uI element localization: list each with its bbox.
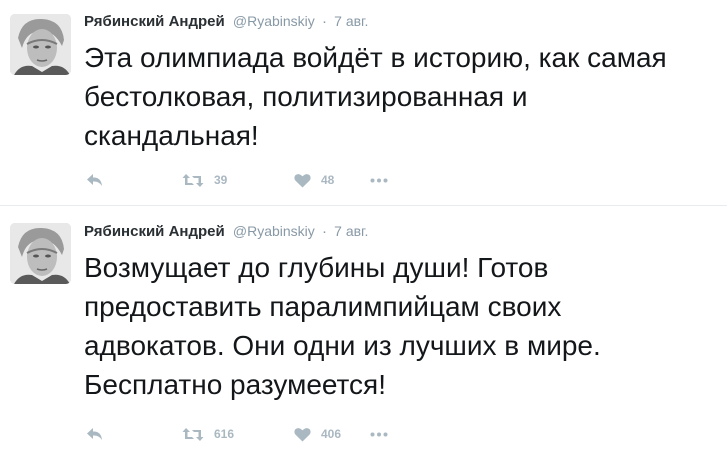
header-separator: · xyxy=(321,223,327,240)
retweet-button[interactable]: 39 xyxy=(182,173,294,188)
reply-button[interactable] xyxy=(86,172,182,188)
like-button[interactable]: 406 xyxy=(294,427,370,442)
tweet-actions: 39 48 xyxy=(86,170,388,190)
author-handle[interactable]: @Ryabinskiy xyxy=(233,13,315,29)
tweet-timestamp[interactable]: 7 авг. xyxy=(334,13,368,29)
retweet-button[interactable]: 616 xyxy=(182,427,294,442)
retweet-count: 616 xyxy=(214,427,235,441)
avatar[interactable] xyxy=(10,223,71,284)
more-icon xyxy=(370,432,388,436)
avatar-portrait xyxy=(10,14,71,75)
reply-button[interactable] xyxy=(86,426,182,442)
tweet-text: Эта олимпиада войдёт в историю, как сама… xyxy=(84,42,667,151)
tweet-header: Рябинский Андрей @Ryabinskiy · 7 авг. xyxy=(84,223,368,240)
author-name[interactable]: Рябинский Андрей xyxy=(84,13,225,30)
reply-icon xyxy=(87,174,102,186)
tweet-header: Рябинский Андрей @Ryabinskiy · 7 авг. xyxy=(84,13,368,30)
more-icon xyxy=(370,178,388,182)
avatar-portrait xyxy=(10,223,71,284)
like-count: 48 xyxy=(321,173,335,187)
like-button[interactable]: 48 xyxy=(294,173,370,188)
tweet-actions: 616 406 xyxy=(86,424,388,444)
avatar[interactable] xyxy=(10,14,71,75)
retweet-count: 39 xyxy=(214,173,228,187)
heart-icon xyxy=(294,173,311,187)
header-separator: · xyxy=(321,13,327,30)
retweet-icon xyxy=(182,427,204,441)
author-name[interactable]: Рябинский Андрей xyxy=(84,223,225,240)
tweet-timestamp[interactable]: 7 авг. xyxy=(334,223,368,239)
reply-icon xyxy=(87,428,102,440)
more-button[interactable] xyxy=(370,432,388,437)
tweet-1[interactable]: Рябинский Андрей @Ryabinskiy · 7 авг. Эт… xyxy=(0,0,727,205)
tweet-2[interactable]: Рябинский Андрей @Ryabinskiy · 7 авг. Во… xyxy=(0,205,727,457)
tweet-text: Возмущает до глубины души! Готов предост… xyxy=(84,252,601,400)
heart-icon xyxy=(294,427,311,441)
author-handle[interactable]: @Ryabinskiy xyxy=(233,223,315,239)
like-count: 406 xyxy=(321,427,342,441)
more-button[interactable] xyxy=(370,178,388,183)
retweet-icon xyxy=(182,173,204,187)
